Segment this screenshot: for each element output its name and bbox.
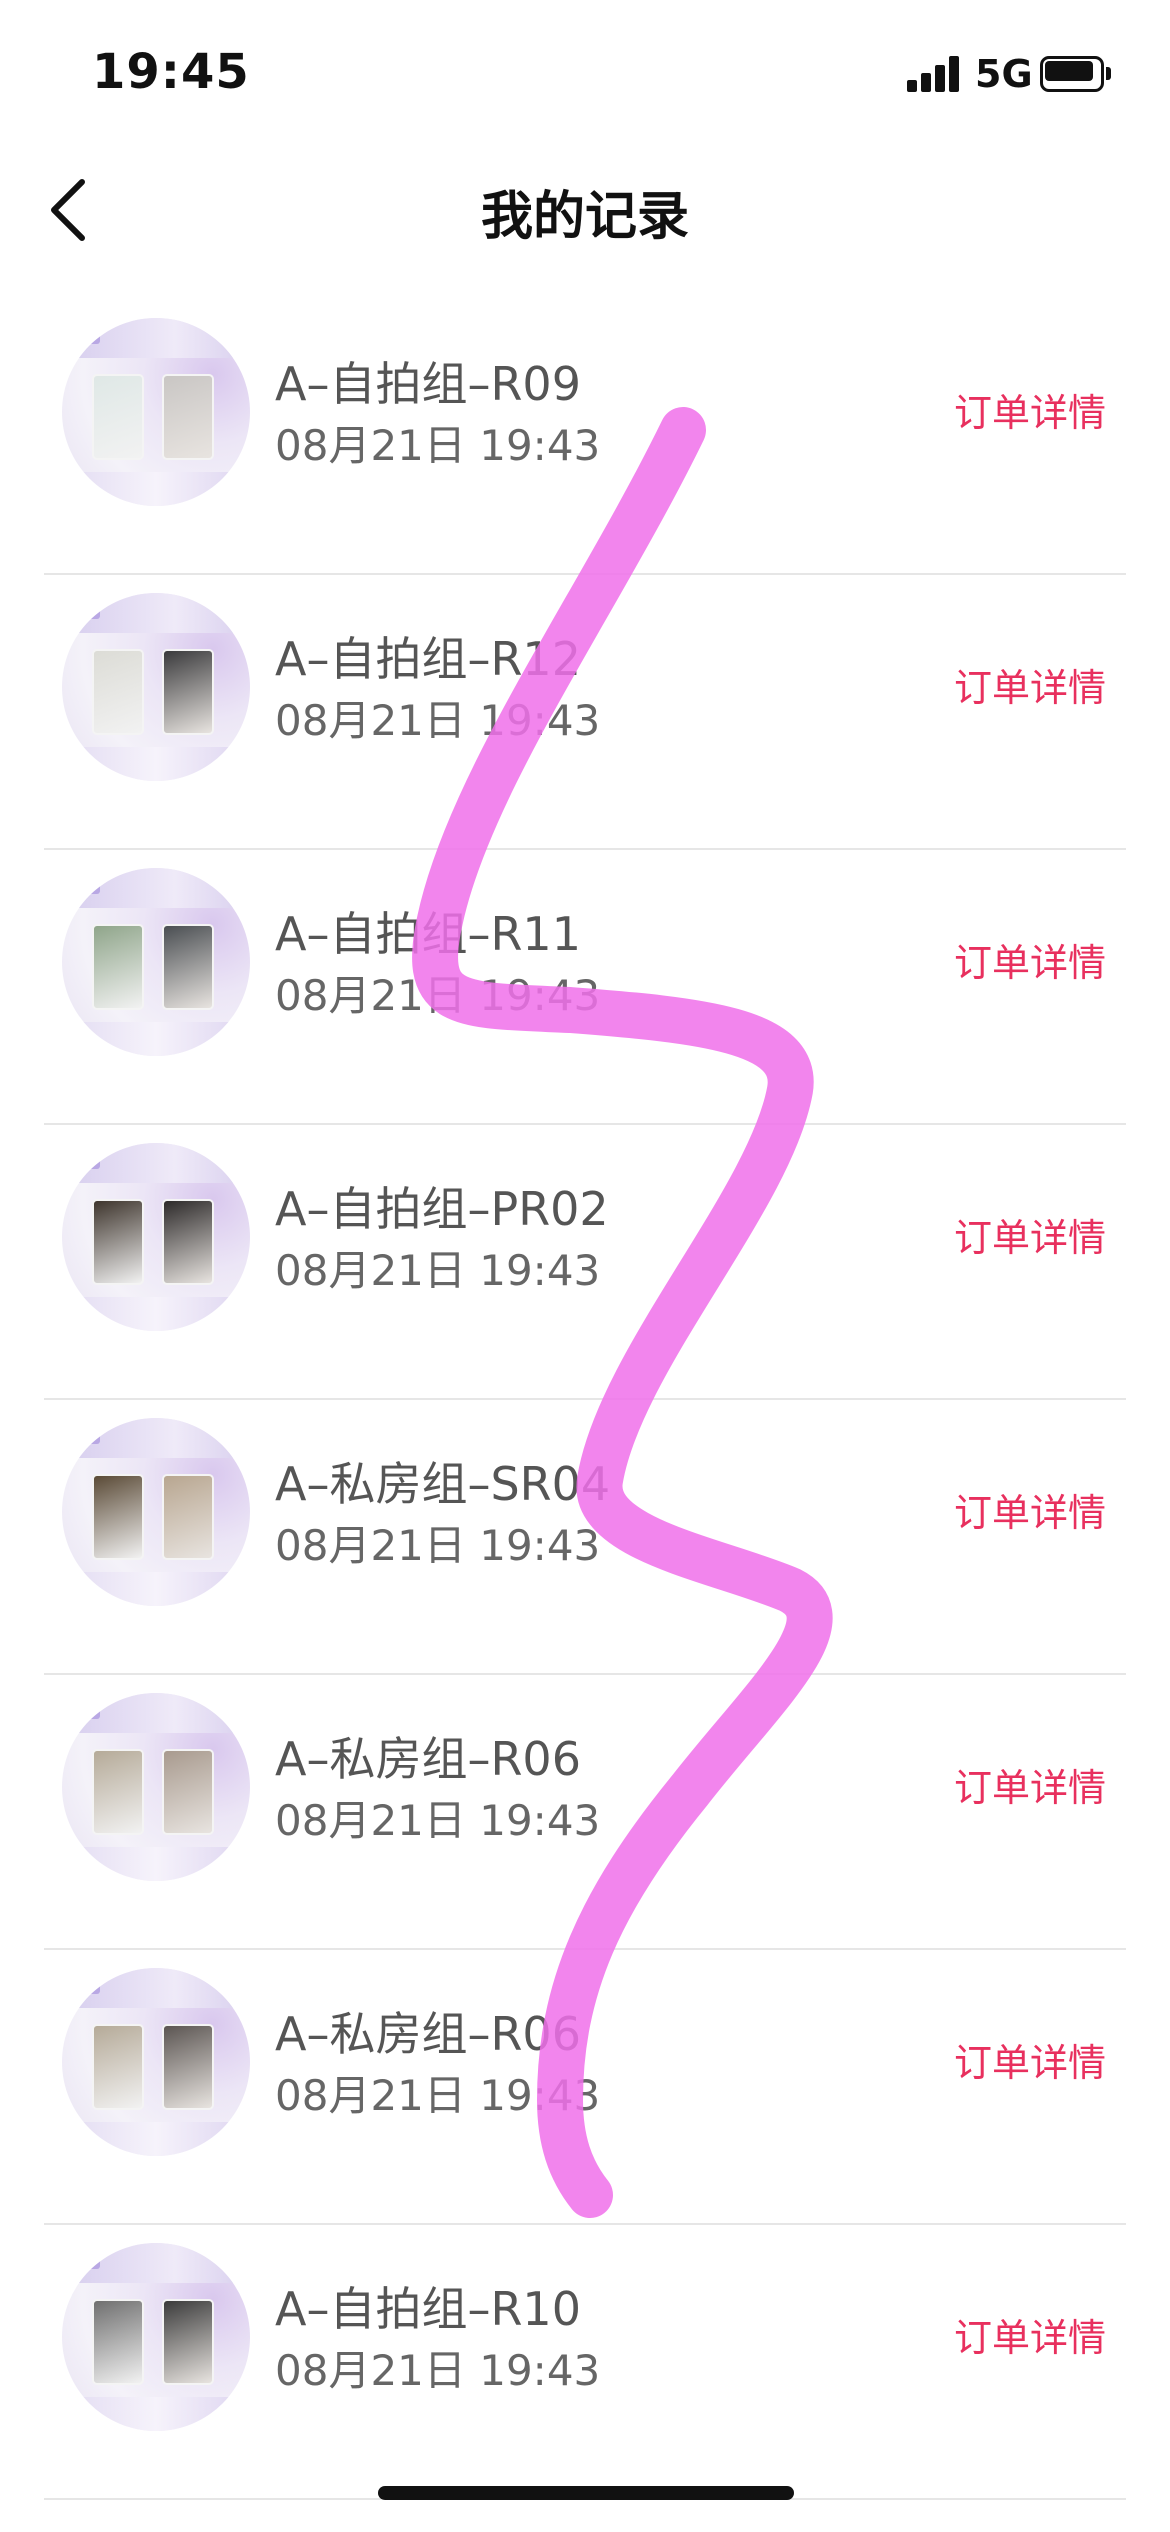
page-title: 我的记录: [480, 187, 689, 247]
record-time: 08月21日 19:43: [275, 1246, 601, 1295]
product-thumbnail: [62, 2243, 250, 2431]
order-detail-link[interactable]: 订单详情: [954, 1482, 1106, 1537]
card-image: [162, 2299, 214, 2385]
status-bar: 19:45 5G: [0, 0, 1170, 140]
record-title: A–自拍组–R12: [275, 632, 581, 686]
product-thumbnail: [62, 1143, 250, 1331]
record-row[interactable]: A–自拍组–R12 08月21日 19:43 订单详情: [0, 575, 1170, 850]
order-detail-link[interactable]: 订单详情: [954, 1207, 1106, 1262]
record-title: A–自拍组–R10: [275, 2282, 581, 2336]
record-title: A–自拍组–R11: [275, 907, 581, 961]
card-image: [92, 374, 144, 460]
record-time: 08月21日 19:43: [275, 1521, 601, 1570]
order-detail-link[interactable]: 订单详情: [954, 932, 1106, 987]
record-row[interactable]: A–自拍组–R10 08月21日 19:43 订单详情: [0, 2225, 1170, 2500]
card-image: [162, 1199, 214, 1285]
network-label: 5G: [975, 52, 1033, 96]
card-image: [162, 924, 214, 1010]
card-image: [92, 2299, 144, 2385]
record-time: 08月21日 19:43: [275, 1796, 601, 1845]
card-image: [92, 2024, 144, 2110]
order-detail-link[interactable]: 订单详情: [954, 657, 1106, 712]
record-title: A–自拍组–PR02: [275, 1182, 609, 1236]
record-row[interactable]: A–自拍组–PR02 08月21日 19:43 订单详情: [0, 1125, 1170, 1400]
card-image: [162, 1474, 214, 1560]
card-image: [92, 1199, 144, 1285]
card-image: [92, 649, 144, 735]
record-list: A–自拍组–R09 08月21日 19:43 订单详情 A–自拍组–R12 08月21日…: [0, 300, 1170, 2500]
record-time: 08月21日 19:43: [275, 421, 601, 470]
status-time: 19:45: [92, 44, 250, 100]
card-image: [92, 1474, 144, 1560]
nav-bar: 我的记录: [0, 150, 1170, 270]
product-thumbnail: [62, 868, 250, 1056]
battery-icon: [1040, 56, 1112, 92]
product-thumbnail: [62, 593, 250, 781]
product-thumbnail: [62, 1418, 250, 1606]
record-title: A–私房组–R06: [275, 1732, 581, 1786]
record-row[interactable]: A–私房组–R06 08月21日 19:43 订单详情: [0, 1950, 1170, 2225]
record-row[interactable]: A–私房组–R06 08月21日 19:43 订单详情: [0, 1675, 1170, 1950]
home-indicator[interactable]: [378, 2486, 794, 2500]
record-time: 08月21日 19:43: [275, 971, 601, 1020]
record-time: 08月21日 19:43: [275, 696, 601, 745]
card-image: [162, 374, 214, 460]
card-image: [162, 1749, 214, 1835]
card-image: [162, 2024, 214, 2110]
signal-icon: [907, 56, 963, 92]
card-image: [92, 924, 144, 1010]
product-thumbnail: [62, 318, 250, 506]
record-title: A–自拍组–R09: [275, 357, 581, 411]
product-thumbnail: [62, 1968, 250, 2156]
record-row[interactable]: A–私房组–SR04 08月21日 19:43 订单详情: [0, 1400, 1170, 1675]
order-detail-link[interactable]: 订单详情: [954, 2307, 1106, 2362]
order-detail-link[interactable]: 订单详情: [954, 2032, 1106, 2087]
record-title: A–私房组–R06: [275, 2007, 581, 2061]
card-image: [162, 649, 214, 735]
record-time: 08月21日 19:43: [275, 2346, 601, 2395]
record-row[interactable]: A–自拍组–R11 08月21日 19:43 订单详情: [0, 850, 1170, 1125]
product-thumbnail: [62, 1693, 250, 1881]
card-image: [92, 1749, 144, 1835]
record-row[interactable]: A–自拍组–R09 08月21日 19:43 订单详情: [0, 300, 1170, 575]
order-detail-link[interactable]: 订单详情: [954, 1757, 1106, 1812]
record-title: A–私房组–SR04: [275, 1457, 611, 1511]
record-time: 08月21日 19:43: [275, 2071, 601, 2120]
order-detail-link[interactable]: 订单详情: [954, 382, 1106, 437]
